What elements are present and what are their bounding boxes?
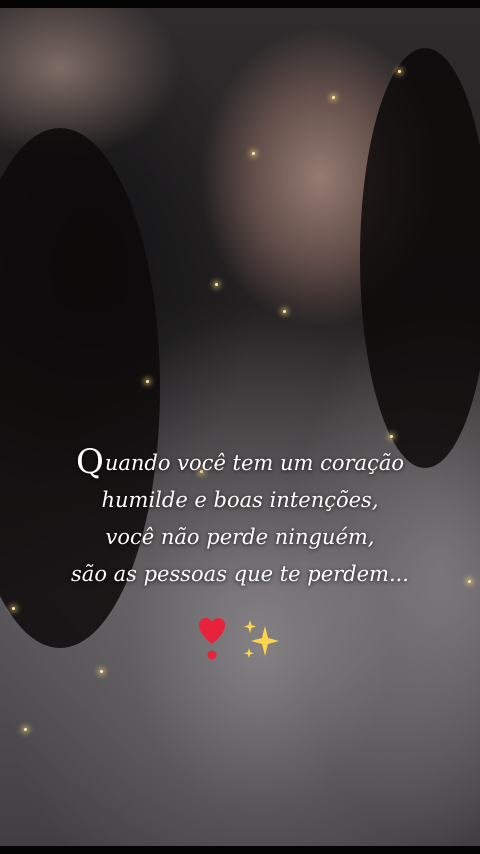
emoji-row — [0, 618, 480, 662]
quote-line-1-rest: uando você tem um coração — [104, 451, 405, 475]
glitter-sparkle — [398, 70, 401, 73]
heart-exclamation-icon — [199, 618, 226, 662]
quote-line-3: você não perde ninguém, — [105, 525, 375, 549]
glitter-sparkle — [146, 380, 149, 383]
quote-line-4: são as pessoas que te perdem... — [71, 562, 409, 586]
quote-line-1: Quando você tem um coração — [40, 444, 440, 482]
glitter-sparkle — [24, 728, 27, 731]
glitter-sparkle — [100, 670, 103, 673]
glitter-sparkle — [332, 96, 335, 99]
glitter-sparkle — [12, 607, 15, 610]
quote-text: Quando você tem um coração humilde e boa… — [40, 444, 440, 593]
quote-dropcap: Q — [75, 442, 104, 482]
photo-overlay — [0, 0, 480, 854]
sparkles-icon — [241, 618, 281, 662]
glitter-sparkle — [390, 435, 393, 438]
glitter-sparkle — [215, 283, 218, 286]
glitter-sparkle — [283, 310, 286, 313]
glitter-sparkle — [468, 580, 471, 583]
quote-line-2: humilde e boas intenções, — [101, 488, 379, 512]
story-frame: Quando você tem um coração humilde e boa… — [0, 0, 480, 854]
glitter-sparkle — [252, 152, 255, 155]
